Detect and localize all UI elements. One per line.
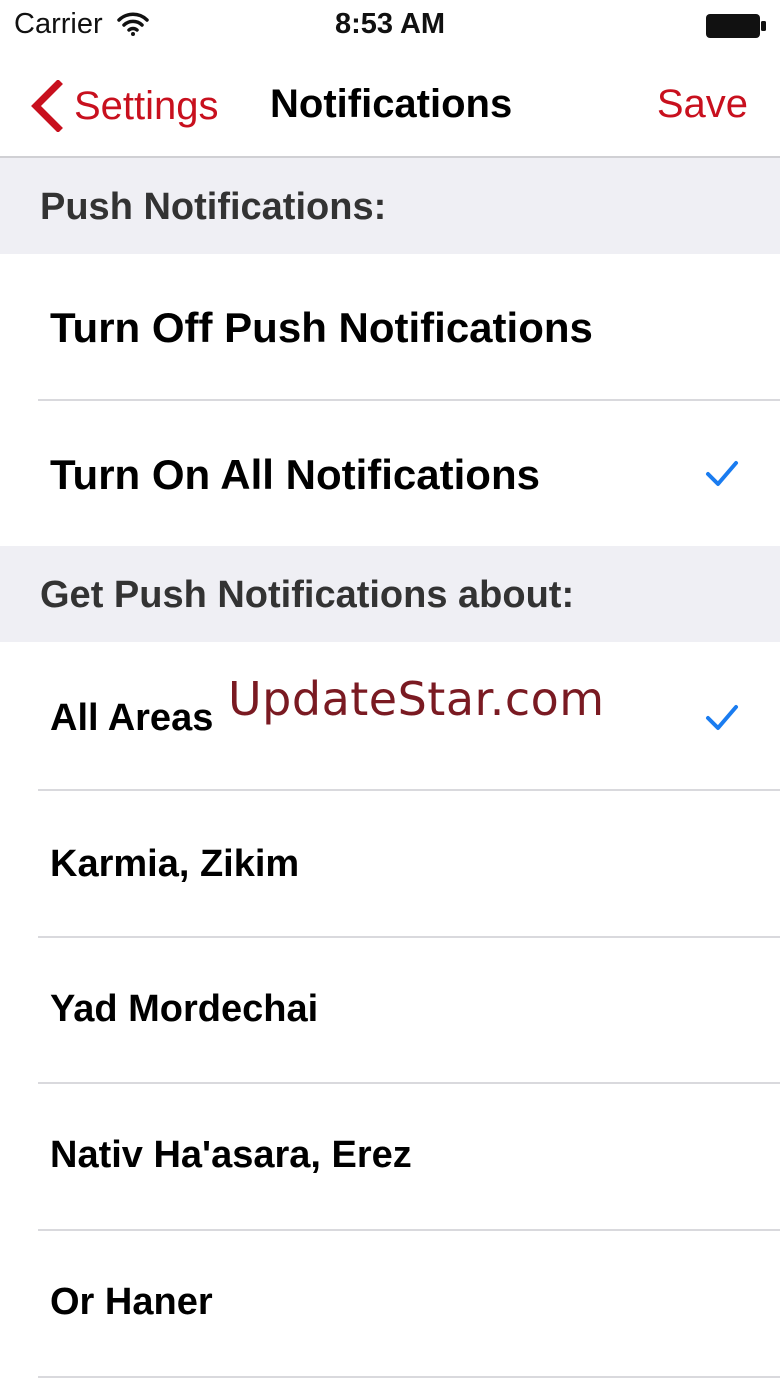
navigation-bar: Settings Notifications Save — [0, 52, 780, 158]
save-button[interactable]: Save — [657, 82, 748, 127]
section-header-label: Push Notifications: — [40, 186, 387, 228]
chevron-left-icon — [31, 80, 63, 132]
checkmark-icon — [706, 461, 738, 486]
battery-icon — [706, 14, 766, 38]
option-label: Turn On All Notifications — [50, 451, 540, 498]
section-header-label: Get Push Notifications about: — [40, 574, 575, 616]
area-item-or-haner[interactable]: Or Haner — [0, 1231, 780, 1378]
area-label: Nativ Ha'asara, Erez — [50, 1134, 412, 1176]
area-label: Yad Mordechai — [50, 988, 319, 1030]
page-title: Notifications — [270, 82, 513, 126]
row-divider — [38, 1376, 780, 1378]
push-option-turn-off[interactable]: Turn Off Push Notifications — [0, 254, 780, 401]
status-bar: Carrier 8:53 AM — [0, 0, 780, 52]
status-time: 8:53 AM — [334, 8, 446, 40]
area-label: Karmia, Zikim — [50, 843, 300, 885]
option-label: Turn Off Push Notifications — [50, 304, 593, 351]
area-item-yad-mordechai[interactable]: Yad Mordechai — [0, 938, 780, 1084]
back-button[interactable]: Settings — [28, 78, 219, 134]
checkmark-icon — [706, 705, 738, 730]
push-option-turn-on-all[interactable]: Turn On All Notifications — [0, 401, 780, 546]
section-header-areas: Get Push Notifications about: — [0, 546, 780, 642]
watermark: UpdateStar.com — [228, 672, 605, 726]
back-button-label: Settings — [74, 83, 219, 128]
area-item-karmia-zikim[interactable]: Karmia, Zikim — [0, 791, 780, 938]
area-label: Or Haner — [50, 1281, 213, 1323]
area-item-nativ-haasara-erez[interactable]: Nativ Ha'asara, Erez — [0, 1084, 780, 1231]
area-label: All Areas — [50, 697, 214, 739]
section-header-push: Push Notifications: — [0, 158, 780, 254]
